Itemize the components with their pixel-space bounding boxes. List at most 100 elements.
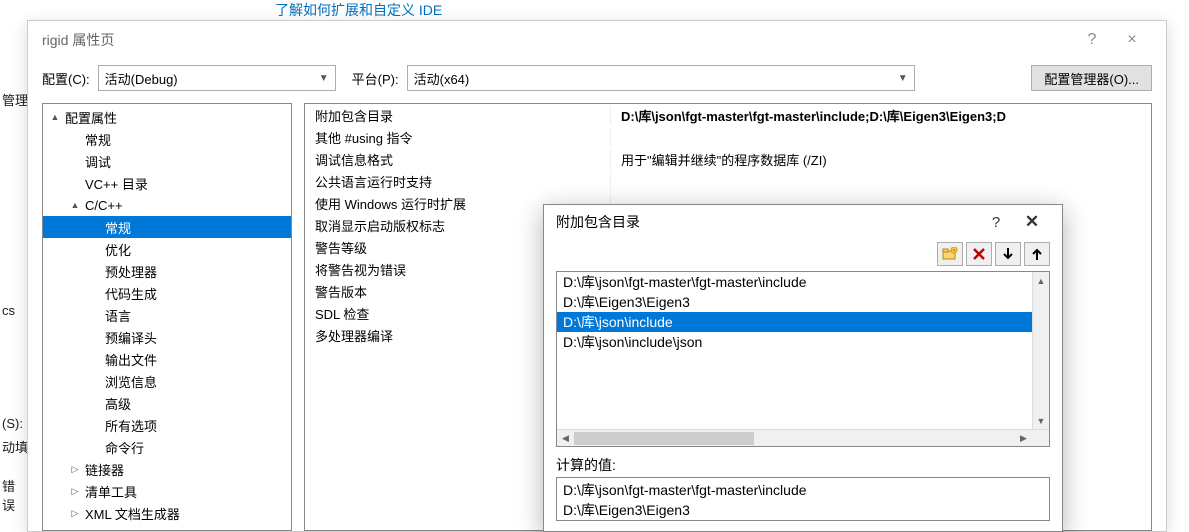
tree-twisty-icon[interactable]: ▷ [69,486,81,497]
ide-extend-link[interactable]: 了解如何扩展和自定义 IDE [275,0,442,20]
horizontal-scrollbar[interactable]: ◀ ▶ [557,429,1049,446]
tree-item-label: 常规 [105,218,131,237]
tree-item-label: 常规 [85,130,111,149]
help-button[interactable]: ? [1072,31,1112,49]
include-dirs-dialog: 附加包含目录 ? ✕ [543,204,1063,532]
tree-item[interactable]: 常规 [43,216,291,238]
scroll-right-icon[interactable]: ▶ [1015,430,1032,446]
scroll-up-icon[interactable]: ▲ [1033,272,1049,289]
sub-dialog-toolbar [544,239,1062,269]
property-name: 其他 #using 指令 [305,128,611,147]
property-row[interactable]: 其他 #using 指令 [305,126,1151,148]
fragment-text: cs [0,301,30,320]
list-item[interactable]: D:\库\Eigen3\Eigen3 [557,292,1032,312]
tree-twisty-icon[interactable]: ▷ [69,508,81,519]
tree-item[interactable]: 预处理器 [43,260,291,282]
config-label: 配置(C): [42,69,90,88]
tree-item-label: 预处理器 [105,262,157,281]
tree-item-label: 所有选项 [105,416,157,435]
tree-item-label: 配置属性 [65,108,117,127]
computed-values-label: 计算的值: [556,455,1050,475]
platform-combo-value: 活动(x64) [414,69,470,88]
property-name: 附加包含目录 [305,106,611,125]
tree-item[interactable]: 预编译头 [43,326,291,348]
property-row[interactable]: 公共语言运行时支持 [305,170,1151,192]
move-up-button[interactable] [1024,242,1050,266]
list-item[interactable]: D:\库\json\fgt-master\fgt-master\include [557,272,1032,292]
tree-item[interactable]: 浏览信息 [43,370,291,392]
tree-item-label: C/C++ [85,198,123,213]
tree-item-label: 清单工具 [85,482,137,501]
dialog-titlebar: rigid 属性页 ? × [28,21,1166,59]
tree-item[interactable]: 优化 [43,238,291,260]
config-combo-value: 活动(Debug) [105,69,178,88]
arrow-up-icon [1031,247,1043,261]
list-item[interactable]: D:\库\json\include [557,312,1032,332]
platform-combo[interactable]: 活动(x64) ▼ [407,65,915,91]
property-row[interactable]: 调试信息格式用于"编辑并继续"的程序数据库 (/ZI) [305,148,1151,170]
fragment-text: 动填 [0,435,30,458]
list-item[interactable]: D:\库\json\include\json [557,332,1032,352]
tree-item[interactable]: VC++ 目录 [43,172,291,194]
tree-item-label: 命令行 [105,438,144,457]
tree-item[interactable]: 输出文件 [43,348,291,370]
help-button[interactable]: ? [978,214,1014,231]
property-value[interactable]: D:\库\json\fgt-master\fgt-master\include;… [611,106,1151,125]
tree-item-label: VC++ 目录 [85,174,148,193]
directories-listbox[interactable]: D:\库\json\fgt-master\fgt-master\includeD… [556,271,1050,447]
background-fragments: 管理 cs (S): 动填 错 误 [0,0,30,532]
dialog-title: rigid 属性页 [42,30,1072,50]
sub-dialog-title: 附加包含目录 [556,212,978,232]
tree-item-label: 语言 [105,306,131,325]
scroll-left-icon[interactable]: ◀ [557,430,574,446]
chevron-down-icon: ▼ [898,73,908,84]
property-row[interactable]: 附加包含目录D:\库\json\fgt-master\fgt-master\in… [305,104,1151,126]
close-button[interactable]: × [1112,31,1152,49]
new-folder-icon [942,247,958,261]
new-folder-button[interactable] [937,242,963,266]
scroll-down-icon[interactable]: ▼ [1033,412,1049,429]
config-combo[interactable]: 活动(Debug) ▼ [98,65,336,91]
tree-item-label: 链接器 [85,460,124,479]
tree-twisty-icon[interactable]: ▲ [69,200,81,210]
tree-item-label: 预编译头 [105,328,157,347]
tree-item[interactable]: 代码生成 [43,282,291,304]
tree-item[interactable]: ▷ XML 文档生成器 [43,502,291,524]
sub-dialog-titlebar: 附加包含目录 ? ✕ [544,205,1062,239]
tree-twisty-icon[interactable]: ▷ [69,464,81,475]
move-down-button[interactable] [995,242,1021,266]
property-value[interactable]: 用于"编辑并继续"的程序数据库 (/ZI) [611,150,1151,169]
tree-item-label: XML 文档生成器 [85,504,180,523]
tree-twisty-icon[interactable]: ▲ [49,112,61,122]
chevron-down-icon: ▼ [319,73,329,84]
fragment-text: 管理 [0,88,30,111]
tree-item-label: 高级 [105,394,131,413]
tree-item[interactable]: 高级 [43,392,291,414]
computed-value-line: D:\库\json\fgt-master\fgt-master\include [563,480,1043,500]
platform-label: 平台(P): [352,69,399,88]
tree-item[interactable]: ▷ 清单工具 [43,480,291,502]
tree-item[interactable]: 语言 [43,304,291,326]
tree-item-label: 调试 [85,152,111,171]
arrow-down-icon [1002,247,1014,261]
fragment-text: 错 误 [0,474,30,516]
computed-values-box: D:\库\json\fgt-master\fgt-master\includeD… [556,477,1050,521]
dialog-toolbar: 配置(C): 活动(Debug) ▼ 平台(P): 活动(x64) ▼ 配置管理… [28,59,1166,97]
tree-item[interactable]: 常规 [43,128,291,150]
vertical-scrollbar[interactable]: ▲ ▼ [1032,272,1049,429]
scrollbar-thumb[interactable] [574,432,754,445]
tree-item[interactable]: ▲ 配置属性 [43,106,291,128]
config-manager-button[interactable]: 配置管理器(O)... [1031,65,1152,91]
tree-item[interactable]: ▷ 链接器 [43,458,291,480]
property-name: 公共语言运行时支持 [305,172,611,191]
tree-item[interactable]: 所有选项 [43,414,291,436]
delete-icon [972,247,986,261]
close-button[interactable]: ✕ [1014,212,1050,232]
property-name: 调试信息格式 [305,150,611,169]
tree-item-label: 输出文件 [105,350,157,369]
property-tree[interactable]: ▲配置属性常规调试VC++ 目录▲C/C++常规优化预处理器代码生成语言预编译头… [42,103,292,531]
delete-button[interactable] [966,242,992,266]
tree-item[interactable]: ▲ C/C++ [43,194,291,216]
tree-item[interactable]: 命令行 [43,436,291,458]
tree-item[interactable]: 调试 [43,150,291,172]
